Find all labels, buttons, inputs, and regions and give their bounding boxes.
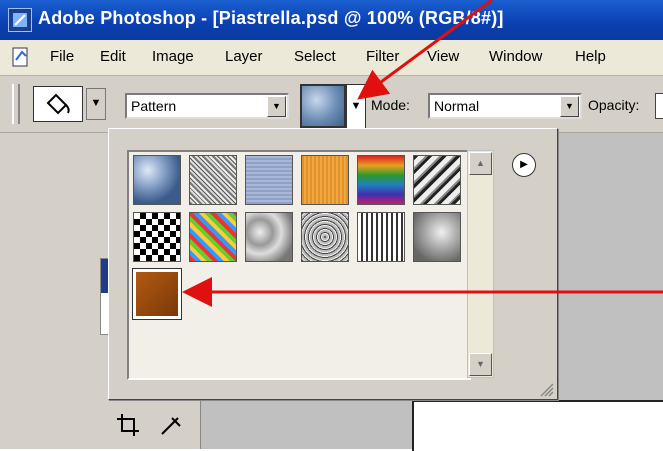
scroll-up-arrow[interactable]: ▲ (469, 152, 492, 175)
document-icon[interactable] (10, 46, 34, 70)
menu-bar: File Edit Image Layer Select Filter View… (0, 40, 663, 76)
pattern-picker-dropdown-arrow[interactable]: ▼ (346, 84, 366, 130)
menu-select[interactable]: Select (294, 48, 336, 65)
pattern-tile-gray-granite[interactable] (413, 212, 461, 262)
pattern-scrollbar[interactable]: ▲ ▼ (467, 150, 494, 378)
picker-menu-button[interactable]: ▶ (512, 153, 536, 177)
pattern-tile-brown-tile[interactable] (132, 268, 182, 320)
paint-bucket-tool-preset-button[interactable] (33, 86, 83, 122)
photoshop-app-icon (8, 8, 32, 32)
options-bar: ▼ Pattern ▼ ▼ Mode: Normal ▼ Opacity: (0, 76, 663, 133)
mode-select[interactable]: Normal ▼ (428, 93, 582, 119)
pattern-tile-tie-dye[interactable] (413, 155, 461, 205)
menu-view[interactable]: View (427, 48, 459, 65)
pattern-tile-gravel[interactable] (301, 212, 349, 262)
resize-grip-icon[interactable] (538, 381, 554, 397)
crop-tool-icon[interactable] (115, 412, 141, 438)
pattern-tile-orange-fabric[interactable] (301, 155, 349, 205)
document-canvas[interactable] (412, 400, 663, 451)
pattern-tile-rainbow-stripes[interactable] (357, 155, 405, 205)
mode-value: Normal (434, 98, 480, 114)
pattern-tile-blue-cloth[interactable] (245, 155, 293, 205)
pattern-tile-gray-stones[interactable] (245, 212, 293, 262)
pattern-tile-bubbles[interactable] (133, 155, 181, 205)
paint-bucket-icon (46, 93, 70, 115)
menu-edit[interactable]: Edit (100, 48, 126, 65)
pattern-tile-checkerboard[interactable] (133, 212, 181, 262)
mode-label: Mode: (371, 97, 410, 113)
fill-source-select[interactable]: Pattern ▼ (125, 93, 289, 119)
pattern-swatch-button[interactable] (300, 84, 346, 128)
chevron-down-icon[interactable]: ▼ (267, 96, 286, 117)
menu-filter[interactable]: Filter (366, 48, 399, 65)
menu-image[interactable]: Image (152, 48, 194, 65)
fill-source-value: Pattern (131, 98, 177, 114)
chevron-down-icon[interactable]: ▼ (560, 96, 579, 117)
menu-file[interactable]: File (50, 48, 74, 65)
tool-preset-dropdown-arrow[interactable]: ▼ (86, 88, 106, 120)
window-title: Adobe Photoshop - [Piastrella.psd @ 100%… (38, 8, 504, 28)
title-bar: Adobe Photoshop - [Piastrella.psd @ 100%… (0, 0, 663, 40)
slice-tool-icon[interactable] (158, 412, 184, 438)
menu-layer[interactable]: Layer (225, 48, 263, 65)
pattern-tile-colorful-mosaic[interactable] (189, 212, 237, 262)
opacity-field[interactable] (655, 93, 663, 119)
scroll-down-arrow[interactable]: ▼ (469, 353, 492, 376)
pattern-tile-wrinkles[interactable] (189, 155, 237, 205)
options-bar-grip[interactable] (12, 84, 20, 124)
pattern-tile-metal-chain[interactable] (357, 212, 405, 262)
opacity-label: Opacity: (588, 97, 640, 113)
menu-window[interactable]: Window (489, 48, 542, 65)
menu-help[interactable]: Help (575, 48, 606, 65)
